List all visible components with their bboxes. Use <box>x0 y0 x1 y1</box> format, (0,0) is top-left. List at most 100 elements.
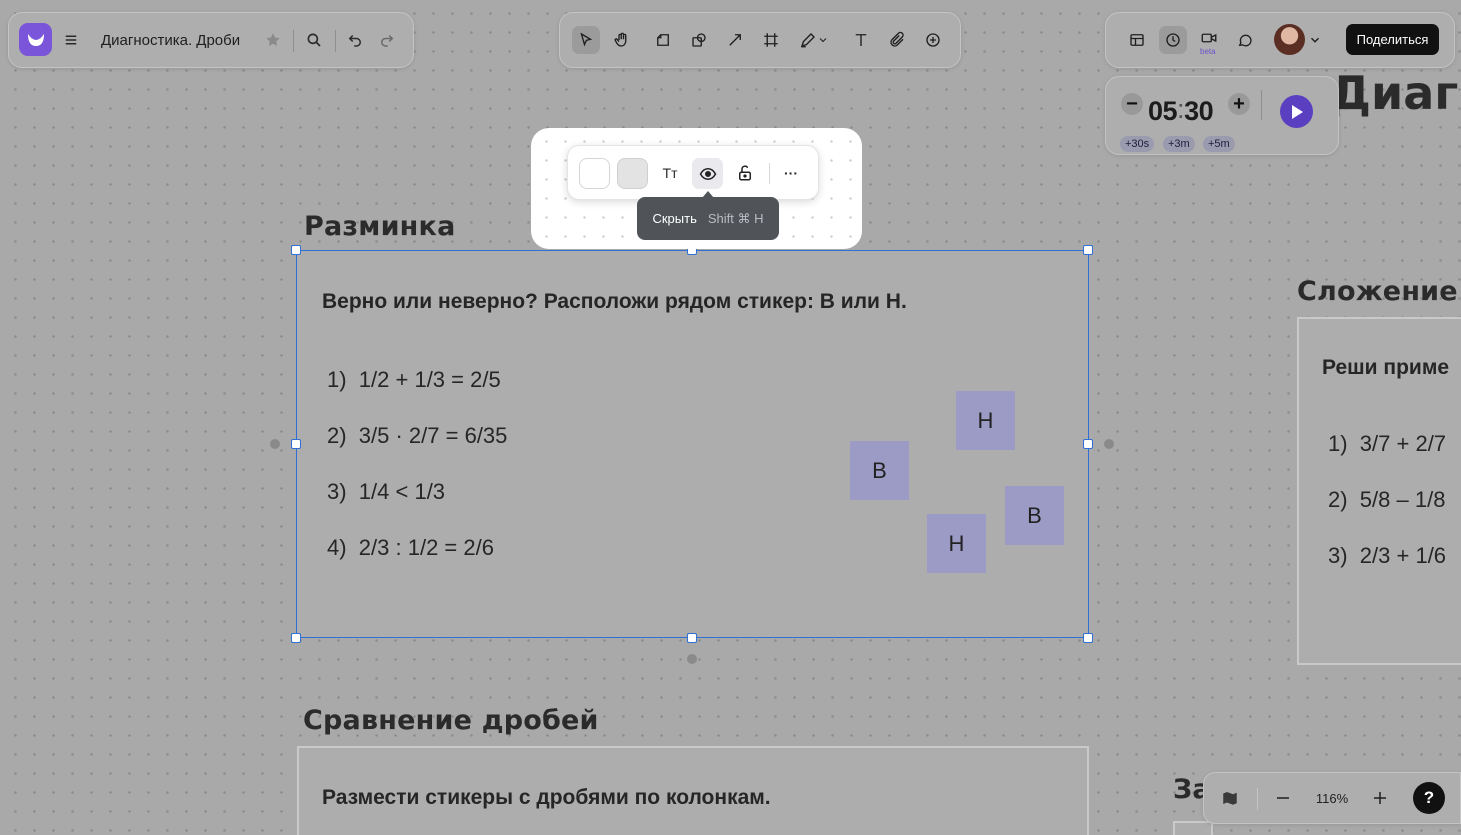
app-logo[interactable] <box>19 23 52 56</box>
header-divider <box>293 30 294 52</box>
select-tool[interactable] <box>572 26 600 54</box>
resize-handle-bottom-left[interactable] <box>291 633 301 643</box>
item-text: 3/7 + 2/7 <box>1359 431 1447 456</box>
resize-handle-bottom[interactable] <box>687 633 697 643</box>
timer-panel: − 05:30 + +30s +3m +5m <box>1105 76 1339 155</box>
clock-icon <box>1166 33 1180 47</box>
plus-icon <box>1374 792 1386 804</box>
favorite-button[interactable] <box>259 26 287 54</box>
timer-play-button[interactable] <box>1280 95 1313 128</box>
partial-heading-top: Диаг <box>1330 66 1459 120</box>
zoom-divider <box>1257 788 1258 810</box>
item-text: 5/8 – 1/8 <box>1359 487 1446 512</box>
plus-icon: + <box>1233 93 1245 115</box>
minus-icon <box>1277 797 1289 799</box>
minimap-button[interactable] <box>1216 784 1244 812</box>
text-tool[interactable] <box>847 26 875 54</box>
connector-handle-right[interactable] <box>1104 439 1114 449</box>
connector-handle-bottom[interactable] <box>687 654 697 664</box>
add-5m-chip[interactable]: +5m <box>1203 136 1235 152</box>
addition-item[interactable]: 3) 2/3 + 1/6 <box>1328 543 1446 569</box>
timer-decrease-button[interactable]: − <box>1121 93 1143 115</box>
shapes-icon <box>692 33 706 47</box>
help-button[interactable]: ? <box>1413 782 1445 814</box>
zoom-in-button[interactable] <box>1366 784 1394 812</box>
shape-tool[interactable] <box>685 26 713 54</box>
share-button[interactable]: Поделиться <box>1346 24 1439 55</box>
star-icon <box>266 33 280 46</box>
warmup-heading[interactable]: Разминка <box>304 211 455 242</box>
board-header-panel: Диагностика. Дроби <box>8 12 414 68</box>
context-toolbar: Tт ··· <box>567 145 819 200</box>
resize-handle-right[interactable] <box>1083 439 1093 449</box>
pen-tool[interactable] <box>793 26 835 54</box>
redo-icon <box>381 34 394 47</box>
pen-icon <box>800 33 815 48</box>
comments-button[interactable] <box>1231 26 1259 54</box>
paperclip-icon <box>890 31 904 47</box>
sticky-note-tool[interactable] <box>649 26 677 54</box>
hand-icon <box>614 32 627 47</box>
item-number: 1) <box>1328 431 1348 456</box>
comparison-task-title[interactable]: Размести стикеры с дробями по колонкам. <box>322 786 771 810</box>
tooltip-shortcut: Shift ⌘ H <box>707 210 764 226</box>
frame-icon <box>764 33 778 47</box>
timer-separator: : <box>1177 94 1185 124</box>
cursor-icon <box>580 32 593 47</box>
board-title[interactable]: Диагностика. Дроби <box>101 32 240 49</box>
redo-button[interactable] <box>373 26 401 54</box>
partial-frame-bottom[interactable] <box>1173 821 1213 835</box>
resize-handle-left[interactable] <box>291 439 301 449</box>
text-size-button[interactable]: Tт <box>656 159 684 187</box>
frame-tool[interactable] <box>757 26 785 54</box>
lock-button[interactable] <box>731 159 759 187</box>
add-30s-chip[interactable]: +30s <box>1120 136 1155 152</box>
comparison-heading[interactable]: Сравнение дробей <box>303 705 599 736</box>
timer-seconds: 30 <box>1184 96 1214 126</box>
toolbar-divider <box>769 163 770 184</box>
timer-divider <box>1261 90 1262 120</box>
chevron-down-icon <box>1311 37 1319 43</box>
hide-tooltip: Скрыть Shift ⌘ H <box>637 197 779 240</box>
resize-handle-top-right[interactable] <box>1083 245 1093 255</box>
unlock-icon <box>739 165 751 181</box>
timer-minutes: 05 <box>1148 96 1178 126</box>
user-avatar[interactable] <box>1274 24 1305 55</box>
timer-button[interactable] <box>1159 26 1187 54</box>
hand-tool[interactable] <box>608 26 636 54</box>
user-menu-toggle[interactable] <box>1305 26 1325 54</box>
hide-button[interactable] <box>692 158 723 189</box>
zoom-out-button[interactable] <box>1269 784 1297 812</box>
resize-handle-bottom-right[interactable] <box>1083 633 1093 643</box>
layout-icon <box>1130 34 1144 46</box>
addition-heading[interactable]: Сложение <box>1297 276 1458 307</box>
undo-icon <box>348 34 361 47</box>
item-number: 3) <box>1328 543 1348 568</box>
layout-button[interactable] <box>1123 26 1151 54</box>
line-tool[interactable] <box>721 26 749 54</box>
search-button[interactable] <box>300 26 328 54</box>
item-number: 2) <box>1328 487 1348 512</box>
fill-color-swatch[interactable] <box>579 158 610 189</box>
more-dots-icon: ··· <box>784 165 798 181</box>
menu-button[interactable] <box>57 26 85 54</box>
border-color-swatch[interactable] <box>617 158 648 189</box>
plus-circle-icon <box>926 33 940 47</box>
add-more-tool[interactable] <box>919 26 947 54</box>
connector-handle-left[interactable] <box>270 439 280 449</box>
add-3m-chip[interactable]: +3m <box>1163 136 1195 152</box>
minus-icon: − <box>1126 93 1138 115</box>
undo-button[interactable] <box>341 26 369 54</box>
resize-handle-top-left[interactable] <box>291 245 301 255</box>
zoom-level[interactable]: 116% <box>1304 791 1360 806</box>
timer-increase-button[interactable]: + <box>1228 93 1250 115</box>
video-camera-icon <box>1201 33 1217 43</box>
eye-icon <box>699 167 716 180</box>
addition-item[interactable]: 2) 5/8 – 1/8 <box>1328 487 1445 513</box>
more-button[interactable]: ··· <box>777 159 805 187</box>
addition-item[interactable]: 1) 3/7 + 2/7 <box>1328 431 1446 457</box>
attach-tool[interactable] <box>883 26 911 54</box>
timer-display[interactable]: 05:30 <box>1148 94 1214 127</box>
search-icon <box>307 33 321 47</box>
addition-task-title[interactable]: Реши приме <box>1322 356 1449 380</box>
